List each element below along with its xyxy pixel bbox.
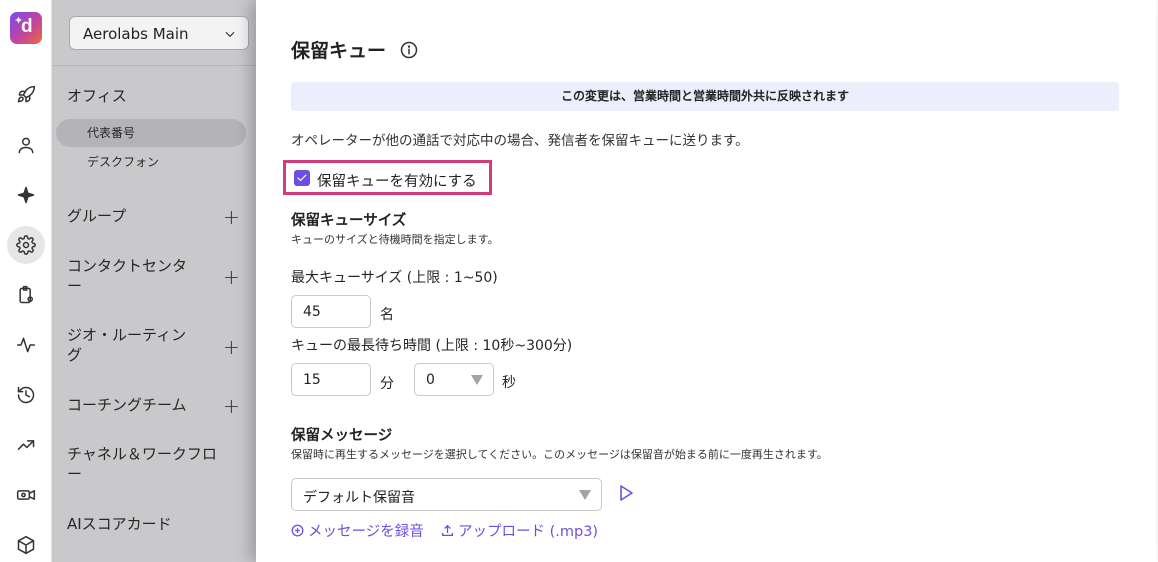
sidebar-section-office[interactable]: オフィス: [67, 86, 127, 106]
enable-hold-queue-highlight: 保留キューを有効にする: [283, 160, 492, 195]
gear-icon: [16, 235, 36, 255]
record-message-label: メッセージを録音: [308, 524, 424, 540]
add-coaching-team-button[interactable]: +: [223, 394, 240, 418]
wait-minutes-input[interactable]: 15: [291, 363, 371, 396]
checkmark-icon: [297, 174, 307, 182]
rail-analytics-button[interactable]: [7, 426, 45, 464]
chevron-down-icon: [225, 31, 235, 38]
max-queue-size-unit: 名: [380, 307, 394, 323]
dropdown-arrow-icon: [471, 375, 483, 385]
rail-activity-button[interactable]: [7, 326, 45, 364]
page-title: 保留キュー: [291, 40, 387, 62]
max-queue-size-label: 最大キューサイズ (上限 : 1~50): [291, 270, 498, 286]
hold-message-heading: 保留メッセージ: [291, 428, 393, 444]
workspace-name: Aerolabs Main: [83, 25, 189, 43]
queue-size-heading: 保留キューサイズ: [291, 213, 407, 229]
enable-hold-queue-label[interactable]: 保留キューを有効にする: [317, 170, 477, 191]
sidebar-section-contact-center[interactable]: コンタクトセンタ ー: [67, 256, 187, 296]
max-queue-size-input[interactable]: 45: [291, 295, 371, 328]
queue-size-subtext: キューのサイズと待機時間を指定します。: [291, 233, 499, 246]
sidebar-label-line: コンタクトセンタ: [67, 257, 188, 275]
settings-sidebar: Aerolabs Main オフィス 代表番号 デスクフォン グループ + コン…: [52, 0, 256, 562]
hold-message-select[interactable]: デフォルト保留音: [291, 478, 602, 511]
wait-minutes-value: 15: [303, 372, 321, 388]
max-wait-time-label: キューの最長待ち時間 (上限 : 10秒~300分): [291, 338, 573, 354]
play-icon[interactable]: [618, 484, 634, 502]
trending-up-icon: [17, 440, 35, 450]
hold-message-selected: デフォルト保留音: [303, 490, 415, 506]
add-group-button[interactable]: +: [223, 205, 240, 229]
max-queue-size-value: 45: [303, 304, 321, 320]
sidebar-label-line: ジオ・ルーティン: [67, 326, 187, 344]
rail-cube-button[interactable]: [7, 526, 45, 562]
sidebar-section-groups[interactable]: グループ: [67, 206, 126, 226]
app-logo[interactable]: ✦ d: [10, 12, 42, 44]
sidebar-section-geo-routing[interactable]: ジオ・ルーティン グ: [67, 325, 186, 365]
sidebar-section-ai-scorecard[interactable]: AIスコアカード: [67, 514, 172, 534]
workspace-select[interactable]: Aerolabs Main: [69, 16, 249, 50]
activity-icon: [16, 337, 36, 353]
info-icon[interactable]: [400, 41, 418, 59]
info-banner: この変更は、営業時間と営業時間外共に反映されます: [291, 82, 1119, 111]
upload-icon: [441, 524, 454, 537]
sidebar-item-deskphone[interactable]: デスクフォン: [87, 153, 159, 170]
rail-clipboard-button[interactable]: [7, 276, 45, 314]
wait-seconds-select[interactable]: 0: [414, 363, 494, 396]
rail-user-button[interactable]: [7, 126, 45, 164]
upload-mp3-label: アップロード (.mp3): [458, 524, 599, 540]
sidebar-section-channels-workflows[interactable]: チャネル＆ワークフロ ー: [67, 444, 217, 484]
rail-rocket-button[interactable]: [7, 76, 45, 114]
enable-hold-queue-checkbox[interactable]: [294, 170, 310, 186]
plus-circle-icon: [291, 524, 304, 537]
sidebar-item-active-highlight: [56, 119, 246, 147]
feature-description: オペレーターが他の通話で対応中の場合、発信者を保留キューに送ります。: [291, 133, 749, 149]
wait-seconds-value: 0: [426, 372, 435, 388]
dropdown-arrow-icon: [579, 490, 591, 500]
sidebar-section-coaching-team[interactable]: コーチングチーム: [67, 395, 187, 415]
hold-message-subtext: 保留時に再生するメッセージを選択してください。このメッセージは保留音が始まる前に…: [291, 448, 828, 461]
icon-rail: ✦ d: [0, 0, 52, 562]
minutes-unit: 分: [380, 376, 394, 392]
sparkle-icon: [17, 186, 35, 204]
clipboard-settings-icon: [19, 285, 33, 304]
history-icon: [17, 386, 35, 404]
sidebar-label-line: ー: [67, 465, 83, 483]
seconds-unit: 秒: [502, 375, 516, 391]
rail-video-button[interactable]: [7, 476, 45, 514]
sidebar-label-line: チャネル＆ワークフロ: [67, 445, 217, 463]
upload-mp3-link[interactable]: アップロード (.mp3): [441, 520, 598, 541]
rocket-icon: [17, 85, 36, 103]
record-message-link[interactable]: メッセージを録音: [291, 520, 424, 541]
rail-settings-button[interactable]: [7, 226, 45, 264]
hold-queue-panel: 保留キュー この変更は、営業時間と営業時間外共に反映されます オペレーターが他の…: [256, 0, 1156, 562]
user-icon: [18, 137, 34, 154]
rail-history-button[interactable]: [7, 376, 45, 414]
video-settings-icon: [16, 490, 36, 500]
rail-ai-button[interactable]: [7, 176, 45, 214]
add-contact-center-button[interactable]: +: [223, 265, 240, 289]
sidebar-divider: [52, 65, 256, 66]
cube-icon: [17, 535, 35, 555]
sidebar-item-main-number[interactable]: 代表番号: [87, 124, 135, 141]
sidebar-label-line: ー: [67, 277, 83, 295]
sidebar-label-line: グ: [67, 346, 83, 364]
logo-letter: d: [21, 16, 33, 37]
add-geo-routing-button[interactable]: +: [223, 335, 240, 359]
